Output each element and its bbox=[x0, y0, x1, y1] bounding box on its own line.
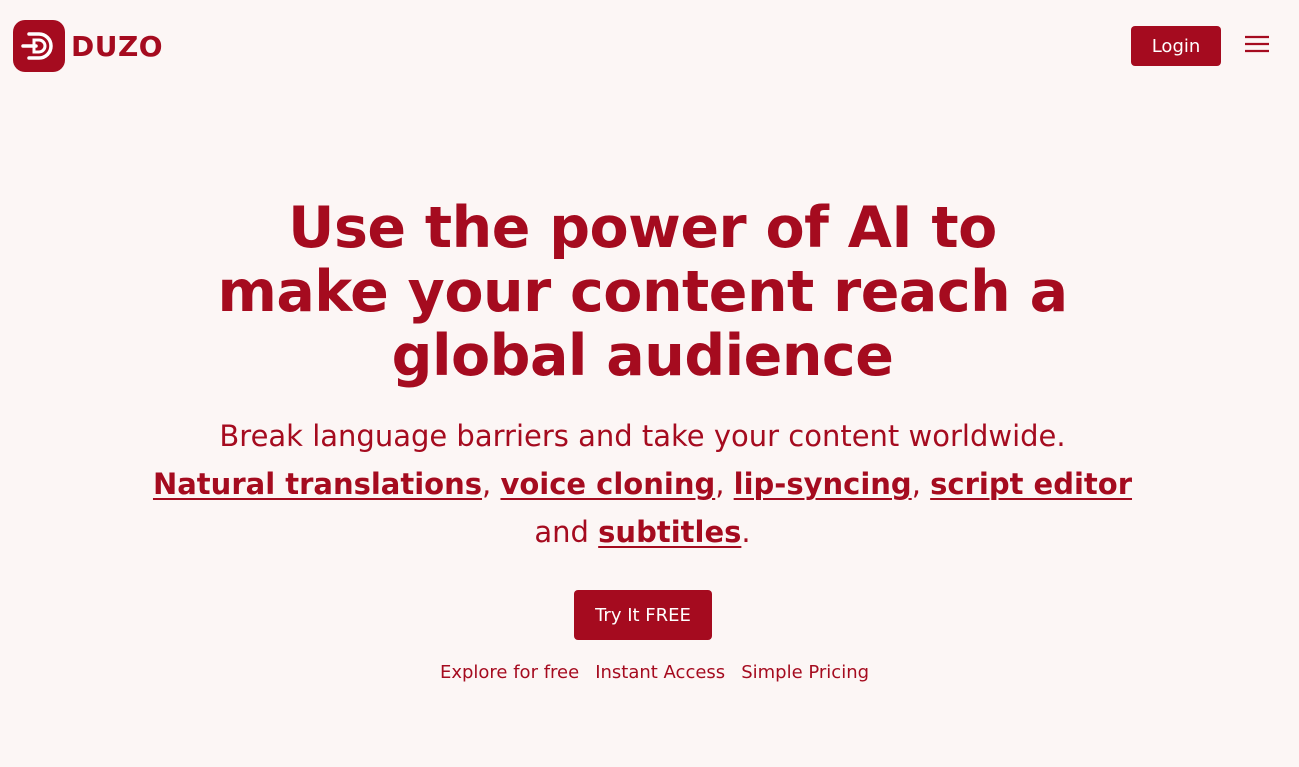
hero-title: Use the power of AI to make your content… bbox=[217, 195, 1068, 389]
perk-instant-access: Instant Access bbox=[595, 662, 726, 683]
feature-links: Natural translations, voice cloning, lip… bbox=[140, 460, 1145, 556]
separator: , bbox=[911, 467, 931, 501]
separator: , bbox=[715, 467, 734, 501]
subtitles-link[interactable]: subtitles bbox=[598, 515, 741, 549]
and-text: and bbox=[534, 515, 599, 549]
script-editor-link[interactable]: script editor bbox=[930, 467, 1132, 501]
login-button[interactable]: Login bbox=[1131, 26, 1221, 66]
hamburger-menu-icon[interactable] bbox=[1243, 30, 1271, 58]
duzo-logo-mark-icon bbox=[13, 20, 65, 72]
perk-explore-free: Explore for free bbox=[439, 662, 580, 683]
separator: , bbox=[482, 467, 501, 501]
perks-row: Explore for free Instant Access Simple P… bbox=[0, 662, 1299, 683]
site-header: DUZO Login bbox=[0, 0, 1299, 90]
duzo-logo[interactable]: DUZO bbox=[13, 20, 163, 72]
hero-subtitle: Break language barriers and take your co… bbox=[219, 419, 1066, 453]
logo-wordmark: DUZO bbox=[71, 29, 164, 63]
perk-simple-pricing: Simple Pricing bbox=[741, 662, 870, 683]
lip-syncing-link[interactable]: lip-syncing bbox=[734, 467, 912, 501]
voice-cloning-link[interactable]: voice cloning bbox=[500, 467, 715, 501]
try-free-button[interactable]: Try It FREE bbox=[574, 590, 712, 640]
period: . bbox=[741, 515, 751, 549]
natural-translations-link[interactable]: Natural translations bbox=[153, 467, 482, 501]
